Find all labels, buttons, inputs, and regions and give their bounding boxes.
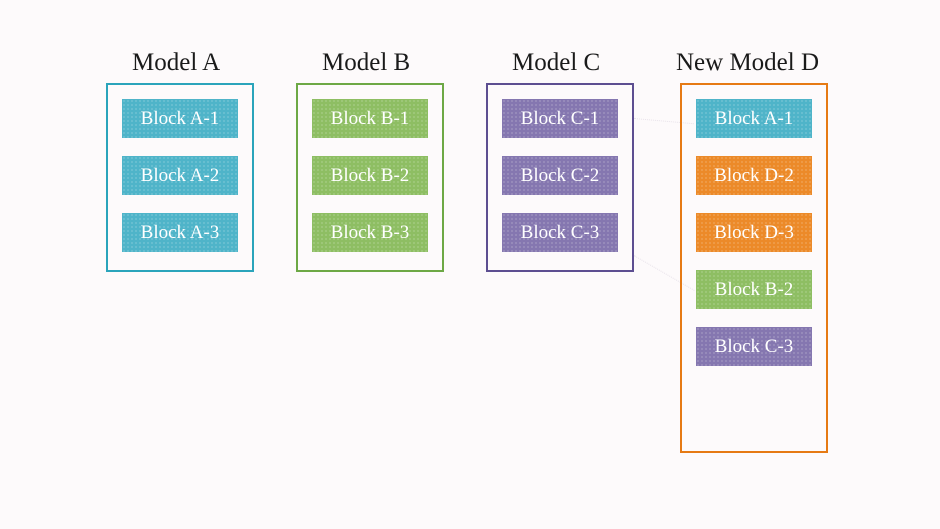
model-b-box: Block B-1 Block B-2 Block B-3 bbox=[296, 83, 444, 272]
model-d-box: Block A-1 Block D-2 Block D-3 Block B-2 … bbox=[680, 83, 828, 453]
block-b-2: Block B-2 bbox=[312, 156, 428, 195]
model-b-title: Model B bbox=[322, 49, 410, 77]
block-label: Block C-2 bbox=[521, 165, 600, 187]
block-d-d3: Block D-3 bbox=[696, 213, 812, 252]
block-label: Block B-1 bbox=[331, 108, 410, 130]
block-label: Block D-2 bbox=[714, 165, 794, 187]
block-b-3: Block B-3 bbox=[312, 213, 428, 252]
block-label: Block A-1 bbox=[141, 108, 220, 130]
block-label: Block D-3 bbox=[714, 222, 794, 244]
block-d-a1: Block A-1 bbox=[696, 99, 812, 138]
block-a-1: Block A-1 bbox=[122, 99, 238, 138]
block-label: Block C-3 bbox=[521, 222, 600, 244]
block-label: Block B-2 bbox=[715, 279, 794, 301]
model-c-box: Block C-1 Block C-2 Block C-3 bbox=[486, 83, 634, 272]
model-a-box: Block A-1 Block A-2 Block A-3 bbox=[106, 83, 254, 272]
block-a-2: Block A-2 bbox=[122, 156, 238, 195]
block-label: Block A-2 bbox=[141, 165, 220, 187]
block-a-3: Block A-3 bbox=[122, 213, 238, 252]
block-b-1: Block B-1 bbox=[312, 99, 428, 138]
block-c-2: Block C-2 bbox=[502, 156, 618, 195]
block-d-b2: Block B-2 bbox=[696, 270, 812, 309]
block-c-1: Block C-1 bbox=[502, 99, 618, 138]
block-label: Block C-1 bbox=[521, 108, 600, 130]
block-label: Block B-2 bbox=[331, 165, 410, 187]
model-d-title: New Model D bbox=[676, 49, 819, 77]
block-d-c3: Block C-3 bbox=[696, 327, 812, 366]
block-d-d2: Block D-2 bbox=[696, 156, 812, 195]
block-c-3: Block C-3 bbox=[502, 213, 618, 252]
diagram-canvas: Model A Block A-1 Block A-2 Block A-3 Mo… bbox=[0, 0, 940, 529]
block-label: Block C-3 bbox=[715, 336, 794, 358]
block-label: Block A-1 bbox=[715, 108, 794, 130]
block-label: Block A-3 bbox=[141, 222, 220, 244]
block-label: Block B-3 bbox=[331, 222, 410, 244]
model-a-title: Model A bbox=[132, 49, 220, 77]
model-c-title: Model C bbox=[512, 49, 600, 77]
